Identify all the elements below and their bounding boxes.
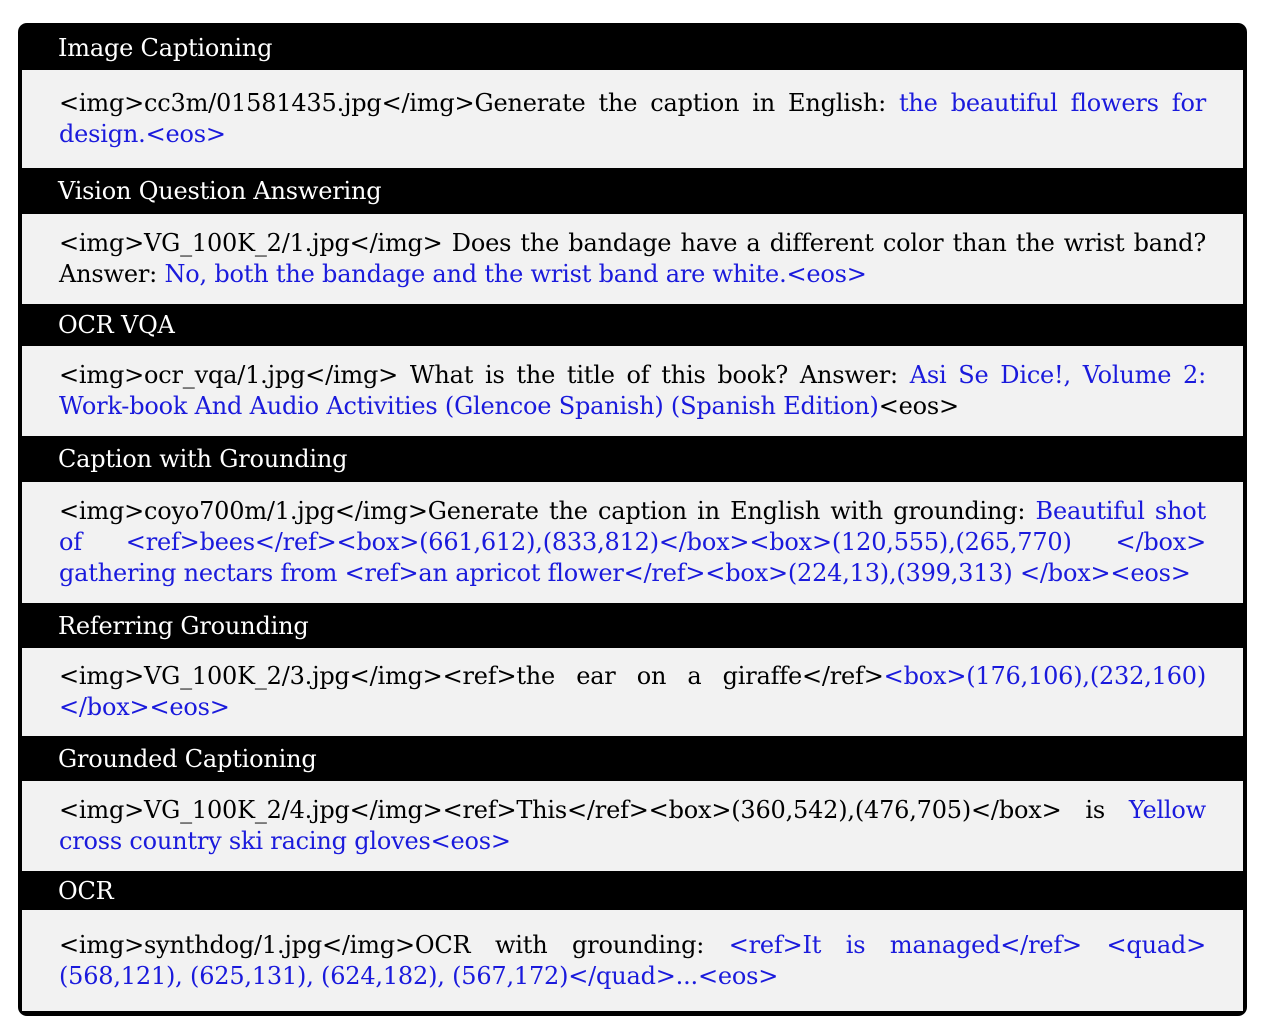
section-header-image-captioning: Image Captioning <box>22 26 1243 70</box>
section-body-vqa: <img>VG_100K_2/1.jpg</img> Does the band… <box>22 214 1243 304</box>
answer-text: No, both the bandage and the wrist band … <box>164 260 867 288</box>
section-body-caption-grounding: <img>coyo700m/1.jpg</img>Generate the ca… <box>22 482 1243 603</box>
section-body-grounded-captioning: <img>VG_100K_2/4.jpg</img><ref>This</ref… <box>22 781 1243 871</box>
section-title: OCR <box>58 876 114 905</box>
section-title: OCR VQA <box>58 311 175 339</box>
section-header-referring-grounding: Referring Grounding <box>22 603 1243 648</box>
section-header-grounded-captioning: Grounded Captioning <box>22 736 1243 781</box>
section-title: Image Captioning <box>58 34 273 62</box>
section-header-vqa: Vision Question Answering <box>22 168 1243 214</box>
section-body-referring-grounding: <img>VG_100K_2/3.jpg</img><ref>the ear o… <box>22 648 1243 736</box>
prompt-text: <img>ocr_vqa/1.jpg</img> What is the tit… <box>59 361 910 389</box>
prompt-text: <img>synthdog/1.jpg</img>OCR with ground… <box>59 930 729 959</box>
example-text: <img>VG_100K_2/3.jpg</img><ref>the ear o… <box>59 661 1206 723</box>
task-examples-table: Image Captioning <img>cc3m/01581435.jpg<… <box>18 23 1247 1016</box>
section-body-image-captioning: <img>cc3m/01581435.jpg</img>Generate the… <box>22 70 1243 168</box>
example-text: <img>coyo700m/1.jpg</img>Generate the ca… <box>59 496 1206 589</box>
section-title: Vision Question Answering <box>58 177 382 205</box>
section-title: Caption with Grounding <box>58 445 348 473</box>
section-body-ocr-vqa: <img>ocr_vqa/1.jpg</img> What is the tit… <box>22 346 1243 436</box>
section-title: Referring Grounding <box>58 611 309 640</box>
example-text: <img>synthdog/1.jpg</img>OCR with ground… <box>59 930 1206 992</box>
example-text: <img>ocr_vqa/1.jpg</img> What is the tit… <box>59 360 1206 422</box>
prompt-text: <img>VG_100K_2/4.jpg</img><ref>This</ref… <box>59 796 1129 824</box>
example-text: <img>VG_100K_2/1.jpg</img> Does the band… <box>59 228 1206 290</box>
prompt-text: <img>VG_100K_2/3.jpg</img><ref>the ear o… <box>59 662 884 690</box>
example-text: <img>cc3m/01581435.jpg</img>Generate the… <box>59 88 1206 150</box>
prompt-text: <img>coyo700m/1.jpg</img>Generate the ca… <box>59 497 1036 525</box>
tail-text: <eos> <box>878 392 959 420</box>
section-header-ocr-vqa: OCR VQA <box>22 304 1243 346</box>
section-title: Grounded Captioning <box>58 744 317 773</box>
example-text: <img>VG_100K_2/4.jpg</img><ref>This</ref… <box>59 795 1206 857</box>
prompt-text: <img>cc3m/01581435.jpg</img>Generate the… <box>59 89 899 117</box>
section-body-ocr: <img>synthdog/1.jpg</img>OCR with ground… <box>22 910 1243 1011</box>
section-header-caption-grounding: Caption with Grounding <box>22 436 1243 482</box>
section-header-ocr: OCR <box>22 871 1243 910</box>
